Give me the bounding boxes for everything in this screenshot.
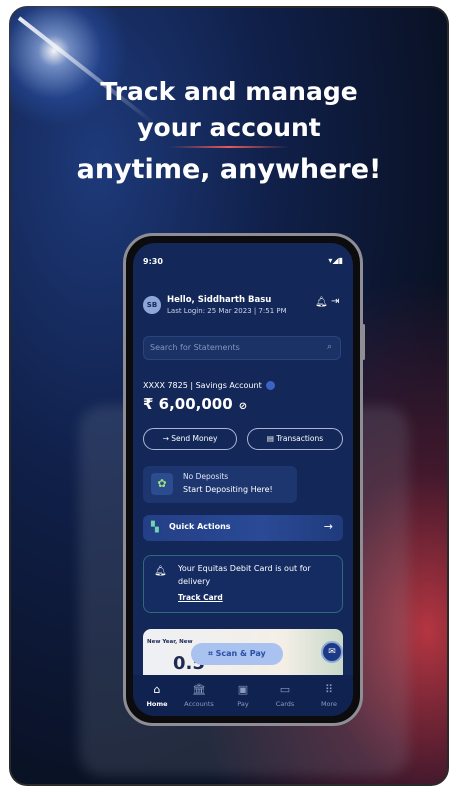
card-notice-text: Your Equitas Debit Card is out for deliv…: [178, 564, 311, 586]
card-icon: ▭: [279, 683, 291, 696]
nav-label: Cards: [275, 700, 295, 708]
headline-line-3: anytime, anywhere!: [76, 154, 382, 185]
scan-icon: ⌗: [208, 649, 216, 658]
nav-item-cards[interactable]: ▭ Cards: [265, 683, 305, 708]
nav-item-pay[interactable]: ▣ Pay: [223, 683, 263, 708]
plant-icon: ✿: [151, 473, 173, 495]
account-number: XXXX 7825 | Savings Account: [143, 381, 262, 390]
nav-item-more[interactable]: ⠿ More: [309, 683, 349, 708]
search-icon[interactable]: ⌕: [327, 342, 332, 352]
scan-pay-button[interactable]: ⌗ Scan & Pay: [191, 643, 283, 665]
balance-value: ₹ 6,00,000: [143, 395, 233, 413]
account-balance: ₹ 6,00,000 ⊘: [143, 395, 247, 413]
chat-icon[interactable]: ✉: [321, 641, 343, 663]
grid-icon: ▚: [151, 522, 159, 533]
pay-icon: ▣: [237, 683, 249, 696]
logout-icon[interactable]: ⇥: [331, 296, 339, 307]
app-screen: 9:30 ▾◢▮ SB Hello, Siddharth Basu Last L…: [133, 243, 353, 716]
send-money-button[interactable]: → Send Money: [143, 428, 237, 450]
status-time: 9:30: [143, 257, 163, 266]
search-input[interactable]: Search for Statements ⌕: [143, 336, 341, 360]
promo-headline: Track and manage your account anytime, a…: [9, 74, 449, 190]
deposit-title: No Deposits: [183, 472, 229, 481]
banner-text: New Year, New: [147, 639, 193, 645]
grid-icon: ⠿: [324, 683, 334, 696]
deposit-card[interactable]: ✿ No Deposits Start Depositing Here!: [143, 466, 297, 503]
bell-icon[interactable]: 🔔︎: [315, 297, 328, 308]
nav-label: More: [320, 700, 338, 708]
promo-frame: Track and manage your account anytime, a…: [9, 6, 449, 786]
bell-icon: 🔔︎: [154, 566, 167, 577]
avatar[interactable]: SB: [143, 296, 161, 314]
phone-mockup: 9:30 ▾◢▮ SB Hello, Siddharth Basu Last L…: [123, 233, 365, 726]
scan-pay-label: Scan & Pay: [215, 649, 266, 658]
status-icons: ▾◢▮: [328, 256, 343, 265]
headline-line-2: your account: [137, 113, 321, 142]
home-icon: ⌂: [153, 683, 161, 696]
headline-line-1: Track and manage: [100, 77, 358, 106]
quick-actions-button[interactable]: ▚ Quick Actions →: [143, 515, 343, 541]
last-login: Last Login: 25 Mar 2023 | 7:51 PM: [167, 307, 287, 315]
deposit-subtitle: Start Depositing Here!: [183, 485, 273, 494]
transactions-button[interactable]: ▤ Transactions: [247, 428, 343, 450]
greeting-row: SB Hello, Siddharth Basu Last Login: 25 …: [143, 293, 343, 319]
nav-label: Pay: [237, 700, 249, 708]
quick-actions-label: Quick Actions: [169, 522, 231, 531]
search-placeholder: Search for Statements: [150, 343, 240, 352]
greeting-name: Hello, Siddharth Basu: [167, 295, 272, 305]
nav-item-accounts[interactable]: 🏛 Accounts: [179, 683, 219, 708]
arrow-right-icon: →: [323, 520, 333, 533]
eye-slash-icon[interactable]: ⊘: [239, 401, 247, 412]
nav-item-home[interactable]: ⌂ Home: [137, 683, 177, 708]
nav-label: Home: [146, 700, 168, 708]
account-info-icon[interactable]: [265, 381, 275, 390]
track-card-link[interactable]: Track Card: [178, 593, 223, 602]
headline-underline: [169, 146, 289, 148]
nav-label: Accounts: [184, 700, 214, 708]
account-label: XXXX 7825 | Savings Account: [143, 381, 275, 390]
phone-side-button: [362, 324, 365, 360]
bottom-nav: ⌂ Home 🏛 Accounts ▣ Pay ▭ Cards ⠿ More: [133, 675, 353, 716]
bank-icon: 🏛: [192, 683, 206, 696]
card-delivery-notice: 🔔︎ Your Equitas Debit Card is out for de…: [143, 555, 343, 613]
